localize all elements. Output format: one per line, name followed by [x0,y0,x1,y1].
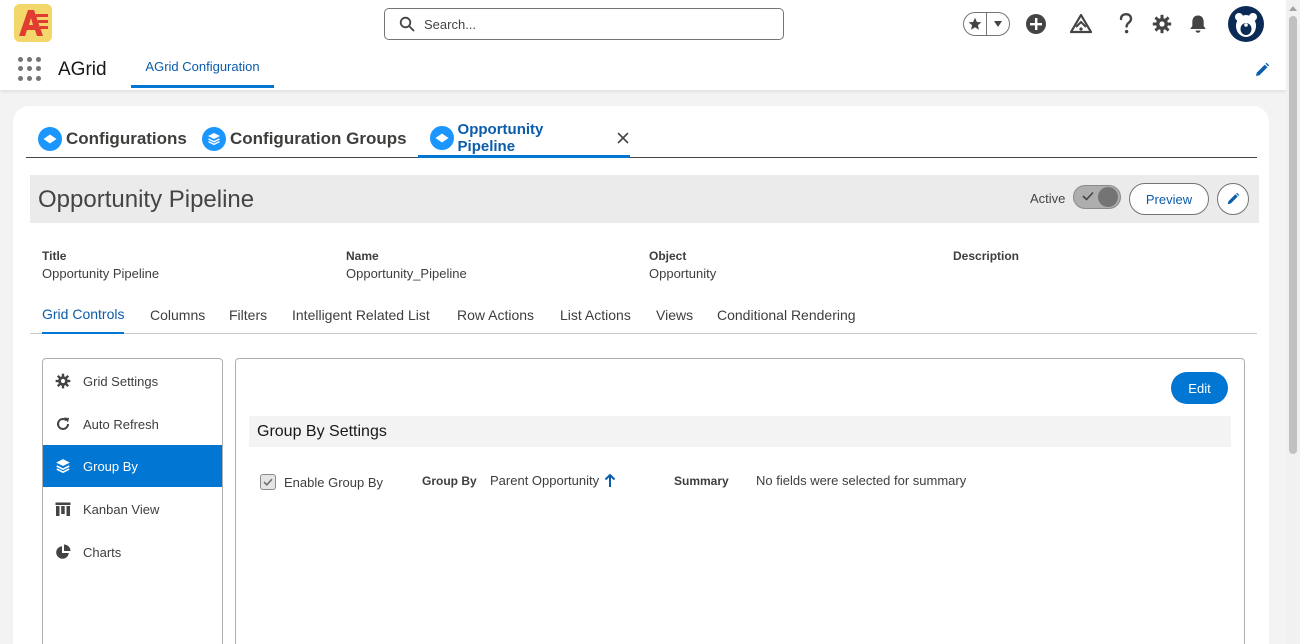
user-avatar[interactable] [1228,6,1264,42]
app-logo[interactable] [14,4,52,42]
group-by-field: Parent Opportunity [490,473,600,488]
nav-item-label: Kanban View [83,501,160,517]
main-card: Configurations Configuration Groups Oppo… [13,106,1269,644]
nav-item-label: Auto Refresh [83,416,159,432]
favorites-button-group[interactable] [963,12,1010,36]
summary-label: Summary [674,474,729,488]
field-title: Title Opportunity Pipeline [42,249,159,281]
search-input[interactable] [424,16,764,32]
configuration-sub-tabs: Grid Controls Columns Filters Intelligen… [30,298,1257,334]
global-search[interactable] [384,8,784,40]
tab-conditional-rendering[interactable]: Conditional Rendering [717,298,856,334]
field-label: Name [346,249,379,263]
preview-button[interactable]: Preview [1129,183,1209,215]
nav-item-auto-refresh[interactable]: Auto Refresh [43,403,222,445]
scroll-up-arrow-icon[interactable] [1289,6,1297,11]
tab-configuration-groups[interactable]: Configuration Groups [202,120,407,158]
toggle-knob [1098,187,1118,207]
configuration-icon [38,127,62,151]
page-title: Opportunity Pipeline [38,186,255,213]
refresh-icon [55,416,71,432]
favorites-dropdown-icon[interactable] [987,13,1009,35]
field-value: Opportunity_Pipeline [346,266,467,281]
workspace-tabs: Configurations Configuration Groups Oppo… [26,120,1257,158]
check-icon [263,478,273,486]
field-label: Title [42,249,67,263]
check-icon [1082,191,1094,201]
tab-configurations[interactable]: Configurations [38,120,187,158]
help-icon[interactable] [1114,12,1138,36]
trailhead-icon[interactable] [1069,12,1093,36]
layers-icon [202,127,226,151]
field-name: Name Opportunity_Pipeline [346,249,467,281]
tab-grid-controls[interactable]: Grid Controls [42,298,125,334]
tab-filters[interactable]: Filters [229,298,267,334]
tab-label: Configuration Groups [230,129,407,148]
tab-row-actions[interactable]: Row Actions [457,298,534,334]
grid-controls-nav: Grid Settings Auto Refresh Group By Kanb… [42,358,223,644]
active-toggle[interactable] [1073,185,1121,209]
tab-label: Opportunity Pipeline [457,120,544,155]
nav-item-label: Grid Settings [83,373,159,389]
app-context-bar: AGrid AGrid Configuration [0,48,1286,90]
layers-icon [55,458,71,474]
active-status-label: Active [1030,191,1066,206]
pencil-icon [1227,192,1240,205]
nav-item-kanban-view[interactable]: Kanban View [43,488,222,530]
group-by-value: Parent Opportunity [490,473,616,488]
tab-opportunity-pipeline[interactable]: Opportunity Pipeline [418,120,630,158]
edit-button[interactable]: Edit [1171,372,1228,404]
scrollbar-thumb[interactable] [1289,16,1297,454]
section-header: Group By Settings [249,416,1231,447]
checkbox[interactable] [260,474,276,490]
group-by-panel: Edit Group By Settings Enable Group By G… [235,358,1245,644]
page-scrollbar[interactable] [1286,0,1300,644]
arrow-up-icon [604,473,616,487]
enable-group-by-checkbox[interactable]: Enable Group By [260,474,383,490]
tab-views[interactable]: Views [656,298,693,334]
tab-intelligent-related-list[interactable]: Intelligent Related List [292,298,430,334]
edit-nav-pencil-icon[interactable] [1254,62,1270,78]
nav-item-label: Group By [83,458,138,474]
nav-item-group-by[interactable]: Group By [43,445,222,487]
checkbox-label: Enable Group By [284,474,384,490]
tab-label: Configurations [66,129,187,148]
tab-list-actions[interactable]: List Actions [560,298,631,334]
pie-chart-icon [55,544,71,560]
notification-bell-icon[interactable] [1186,12,1210,36]
field-description: Description [953,249,1019,266]
search-icon [399,16,415,32]
global-header [0,0,1286,48]
summary-value: No fields were selected for summary [756,473,967,488]
gear-icon [55,373,71,389]
app-launcher-icon[interactable] [18,57,42,81]
kanban-icon [55,501,71,517]
configuration-icon [430,125,454,150]
favorites-star-icon[interactable] [964,13,988,35]
group-by-label: Group By [422,474,477,488]
edit-record-button[interactable] [1217,183,1249,215]
field-value: Opportunity [649,266,717,281]
close-tab-icon[interactable] [616,131,630,145]
record-header: Opportunity Pipeline Active Preview [30,175,1259,223]
tab-columns[interactable]: Columns [150,298,205,334]
nav-item-charts[interactable]: Charts [43,531,222,573]
field-object: Object Opportunity [649,249,716,281]
field-label: Object [649,249,687,263]
app-name: AGrid [58,59,107,80]
field-value: Opportunity Pipeline [42,266,160,281]
nav-item-grid-settings[interactable]: Grid Settings [43,360,222,402]
add-icon[interactable] [1024,12,1048,36]
setup-gear-icon[interactable] [1150,12,1174,36]
field-label: Description [953,249,1020,263]
nav-item-label: Charts [83,544,122,560]
nav-tab-agrid-configuration[interactable]: AGrid Configuration [131,48,274,88]
